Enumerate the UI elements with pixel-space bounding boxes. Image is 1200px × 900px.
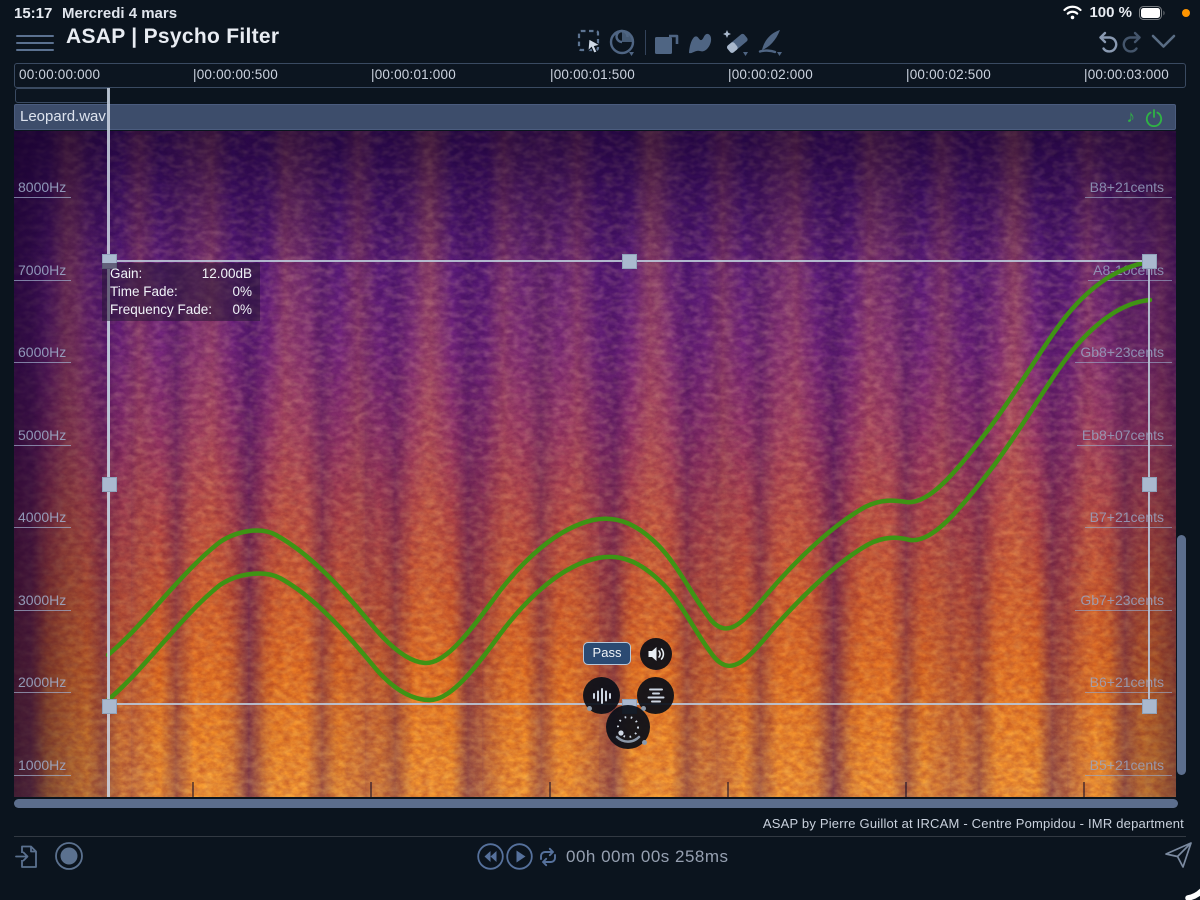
rewind-icon[interactable] (477, 843, 504, 870)
vertical-scrollbar[interactable] (1177, 535, 1186, 775)
selection-handle-bottom-right[interactable] (1142, 699, 1157, 714)
loop-range-strip[interactable] (15, 88, 109, 103)
ruler-tick: |00:00:03:000 (1084, 67, 1169, 82)
tooltip-row: Frequency Fade: 0% (102, 301, 260, 319)
undo-icon[interactable] (1096, 29, 1121, 54)
power-icon[interactable] (1145, 109, 1163, 127)
footer-divider (14, 836, 1186, 837)
dial-icon (611, 710, 645, 744)
ruler-tick: |00:00:02:000 (728, 67, 813, 82)
selection-handle-left-middle[interactable] (102, 477, 117, 492)
selection-handle-top-middle[interactable] (622, 254, 637, 269)
asap-app-window: 15:17 Mercredi 4 mars 100 % ASAP | Psych… (0, 0, 1200, 900)
mode-indicator-dot (642, 740, 647, 745)
select-region-icon[interactable] (576, 28, 606, 58)
track-header[interactable]: Leopard.wav ♪ (14, 104, 1176, 130)
mode-indicator-dot (587, 706, 592, 711)
play-icon[interactable] (506, 843, 533, 870)
wifi-icon (1063, 5, 1082, 20)
timeline-ruler[interactable]: 00:00:00:000 |00:00:00:500 |00:00:01:000… (14, 63, 1186, 88)
selection-info-tooltip: Gain: 12.00dB Time Fade: 0% Frequency Fa… (102, 263, 260, 321)
gain-dial-button[interactable] (606, 705, 650, 749)
ruler-tick: |00:00:01:000 (371, 67, 456, 82)
brush-icon[interactable] (756, 28, 786, 58)
tooltip-label: Frequency Fade: (110, 301, 212, 319)
preview-audio-button[interactable] (640, 638, 672, 670)
tooltip-label: Gain: (110, 265, 142, 283)
redo-icon[interactable] (1119, 29, 1144, 54)
music-note-icon[interactable]: ♪ (1127, 107, 1136, 127)
toolbar-divider (645, 30, 646, 55)
filter-mode-button[interactable] (637, 677, 674, 714)
selection-handle-top-right[interactable] (1142, 254, 1157, 269)
waveform-icon (591, 686, 612, 706)
ruler-tick: 00:00:00:000 (19, 67, 100, 82)
loop-icon[interactable] (536, 845, 560, 869)
recording-indicator-dot (1182, 9, 1190, 17)
date: Mercredi 4 mars (62, 5, 177, 22)
shape-curve-icon[interactable] (686, 28, 716, 58)
battery-icon (1139, 6, 1166, 20)
tooltip-row: Gain: 12.00dB (102, 265, 260, 283)
battery-percent: 100 % (1089, 4, 1132, 21)
ruler-tick: |00:00:00:500 (193, 67, 278, 82)
playback-time-display: 00h 00m 00s 258ms (566, 847, 729, 867)
speaker-icon (647, 645, 666, 663)
pass-mode-button[interactable]: Pass (583, 642, 631, 665)
chevron-down-icon[interactable] (1150, 33, 1177, 50)
send-icon[interactable] (1164, 841, 1194, 869)
selection-handle-right-middle[interactable] (1142, 477, 1157, 492)
tooltip-label: Time Fade: (110, 283, 178, 301)
import-icon[interactable] (14, 843, 41, 870)
record-icon[interactable] (54, 841, 84, 871)
tooltip-row: Time Fade: 0% (102, 283, 260, 301)
ruler-tick: |00:00:02:500 (906, 67, 991, 82)
clock: 15:17 (14, 5, 52, 22)
horizontal-scrollbar[interactable] (14, 799, 1178, 808)
filter-lines-icon (646, 686, 666, 706)
corner-gesture-indicator (1184, 868, 1200, 900)
page-title: ASAP | Psycho Filter (66, 25, 279, 49)
eraser-icon[interactable] (722, 28, 752, 58)
selection-handle-bottom-left[interactable] (102, 699, 117, 714)
tooltip-value: 0% (232, 301, 252, 319)
menu-icon[interactable] (16, 30, 54, 54)
ruler-tick: |00:00:01:500 (550, 67, 635, 82)
credit-text: ASAP by Pierre Guillot at IRCAM - Centre… (763, 816, 1184, 831)
tooltip-value: 12.00dB (202, 265, 252, 283)
selection-rectangle[interactable] (108, 260, 1150, 705)
shape-square-icon[interactable] (652, 28, 682, 58)
status-indicators: 100 % (1063, 4, 1166, 21)
track-name: Leopard.wav (20, 108, 106, 125)
tooltip-value: 0% (232, 283, 252, 301)
spiral-tool-icon[interactable] (608, 28, 638, 58)
